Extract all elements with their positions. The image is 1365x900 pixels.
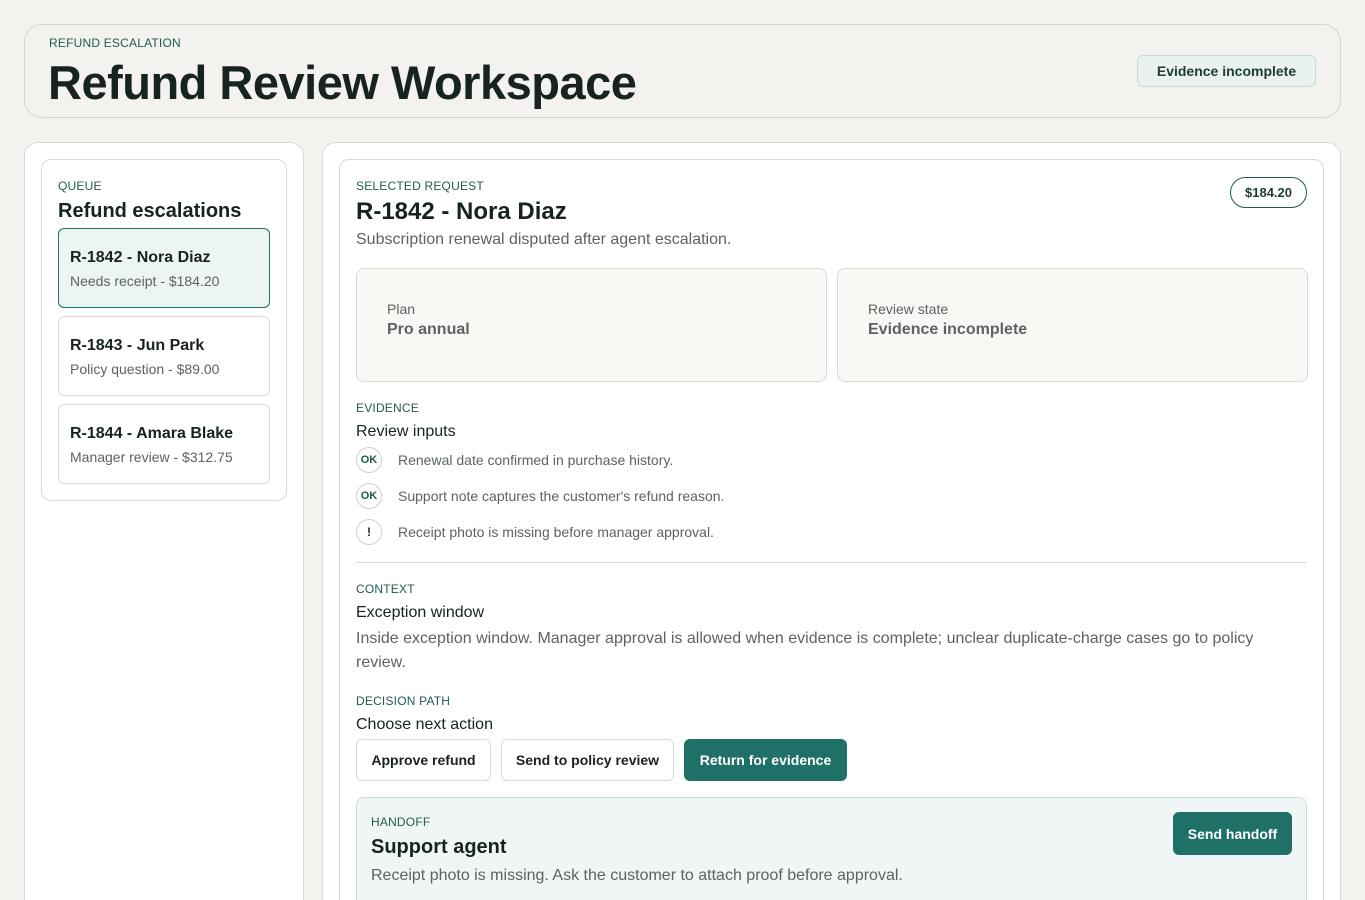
amount-badge: $184.20 (1230, 177, 1307, 208)
request-subtitle: Subscription renewal disputed after agen… (356, 231, 732, 248)
queue-item-title: R-1843 - Jun Park (70, 337, 205, 354)
queue-panel: QUEUE Refund escalations R-1842 - Nora D… (24, 142, 304, 900)
queue-item-r-1843[interactable]: R-1843 - Jun Park Policy question - $89.… (58, 316, 270, 396)
plan-value: Pro annual (387, 321, 470, 338)
request-eyebrow: SELECTED REQUEST (356, 179, 484, 193)
request-detail-card: SELECTED REQUEST $184.20 R-1842 - Nora D… (339, 159, 1324, 900)
queue-item-title: R-1842 - Nora Diaz (70, 249, 211, 266)
queue-item-r-1844[interactable]: R-1844 - Amara Blake Manager review - $3… (58, 404, 270, 484)
decision-title: Choose next action (356, 716, 493, 733)
queue-item-subtitle: Policy question - $89.00 (70, 361, 220, 377)
plan-box: Plan Pro annual (356, 268, 827, 382)
evidence-item: OK Renewal date confirmed in purchase hi… (356, 447, 673, 473)
evidence-item: OK Support note captures the customer's … (356, 483, 724, 509)
context-text: Inside exception window. Manager approva… (356, 630, 1254, 671)
section-divider (356, 562, 1307, 563)
review-state-box: Review state Evidence incomplete (837, 268, 1308, 382)
page-title: Refund Review Workspace (48, 56, 637, 109)
handoff-eyebrow: HANDOFF (371, 815, 431, 829)
context-title: Exception window (356, 604, 485, 621)
plan-label: Plan (387, 301, 416, 317)
queue-item-subtitle: Manager review - $312.75 (70, 449, 233, 465)
queue-title: Refund escalations (58, 200, 242, 222)
header-eyebrow: REFUND ESCALATION (49, 36, 181, 50)
evidence-item-text: Support note captures the customer's ref… (398, 488, 725, 504)
evidence-item-text: Receipt photo is missing before manager … (398, 524, 714, 540)
policy-review-button[interactable]: Send to policy review (501, 739, 674, 781)
status-badge: Evidence incomplete (1137, 55, 1316, 87)
page-header: REFUND ESCALATION Refund Review Workspac… (24, 24, 1341, 118)
handoff-card: HANDOFF Support agent Receipt photo is m… (356, 797, 1307, 900)
queue-card: QUEUE Refund escalations R-1842 - Nora D… (41, 159, 287, 501)
warning-icon: ! (356, 519, 382, 545)
queue-eyebrow: QUEUE (58, 179, 102, 193)
evidence-title: Review inputs (356, 423, 456, 440)
decision-eyebrow: DECISION PATH (356, 694, 451, 708)
review-state-label: Review state (868, 301, 949, 317)
handoff-text: Receipt photo is missing. Ask the custom… (371, 867, 903, 884)
evidence-item-text: Renewal date confirmed in purchase histo… (398, 452, 674, 468)
approve-refund-button[interactable]: Approve refund (356, 739, 491, 781)
detail-panel: SELECTED REQUEST $184.20 R-1842 - Nora D… (322, 142, 1341, 900)
request-title: R-1842 - Nora Diaz (356, 198, 567, 225)
queue-item-r-1842[interactable]: R-1842 - Nora Diaz Needs receipt - $184.… (58, 228, 270, 308)
context-eyebrow: CONTEXT (356, 582, 415, 596)
check-icon: OK (356, 447, 382, 473)
check-icon: OK (356, 483, 382, 509)
evidence-item: ! Receipt photo is missing before manage… (356, 519, 714, 545)
queue-item-subtitle: Needs receipt - $184.20 (70, 273, 220, 289)
send-handoff-button[interactable]: Send handoff (1173, 812, 1292, 855)
evidence-eyebrow: EVIDENCE (356, 401, 419, 415)
queue-item-title: R-1844 - Amara Blake (70, 425, 234, 442)
handoff-title: Support agent (371, 836, 507, 858)
review-state-value: Evidence incomplete (868, 321, 1028, 338)
return-for-evidence-button[interactable]: Return for evidence (684, 739, 847, 781)
